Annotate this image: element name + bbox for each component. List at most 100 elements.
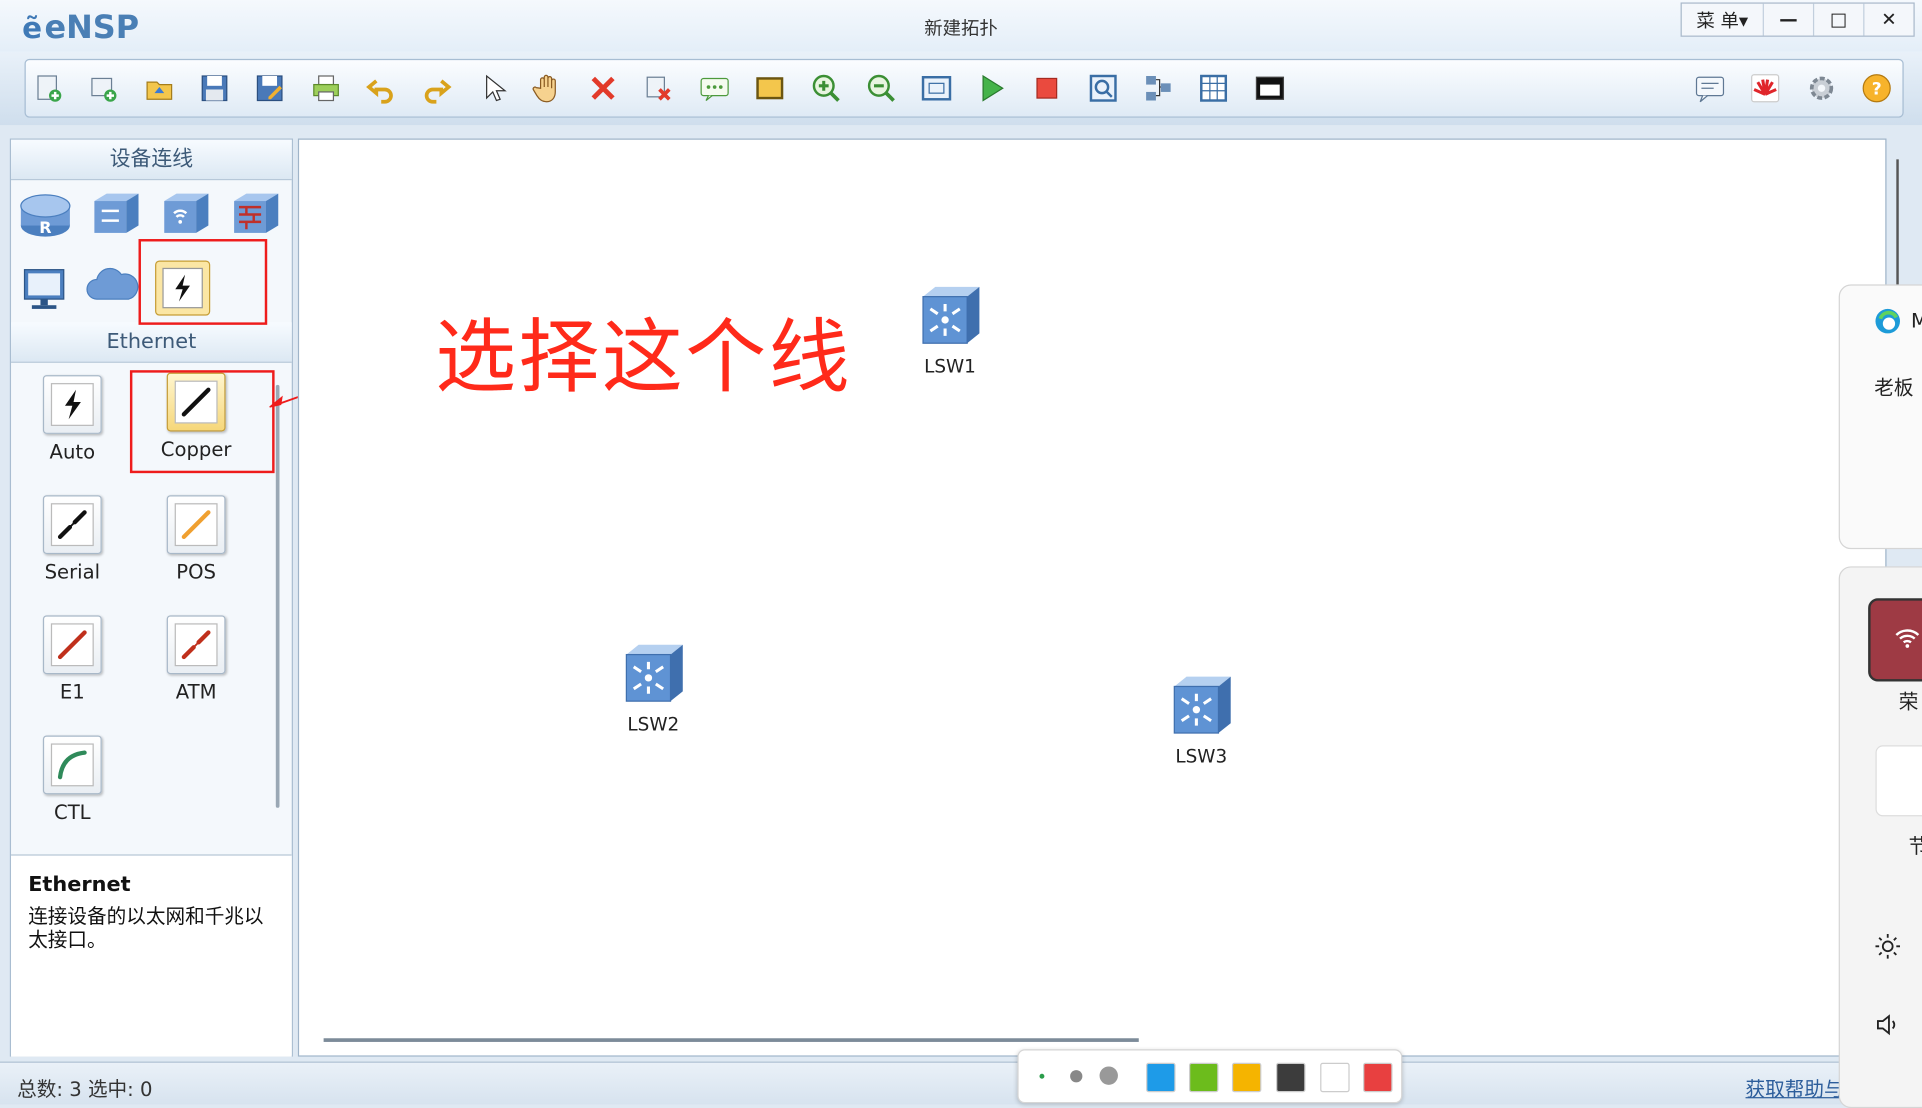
auto-cable-icon[interactable] [42,375,102,434]
menu-button[interactable]: 菜 单▾ [1682,4,1763,36]
edge-browser-icon [1875,308,1900,334]
highlight-box-connection [138,239,268,325]
svg-text:R: R [39,218,51,237]
save-as-icon[interactable] [254,72,286,104]
console-icon[interactable] [1254,72,1286,104]
rectangle-icon[interactable] [754,72,786,104]
color-swatch-white[interactable] [1320,1062,1350,1093]
switch-icon [922,286,980,344]
quick-setting-label: 节 [1909,830,1922,859]
redo-icon[interactable] [420,72,452,104]
cable-auto[interactable]: Auto [29,375,115,463]
delete-links-icon[interactable] [642,72,674,104]
title-bar: ẽeNSP 新建拓扑 菜 单▾ — □ ✕ [0,0,1922,52]
volume-icon[interactable] [1874,1011,1901,1038]
pen-size-medium[interactable] [1070,1070,1083,1083]
delete-icon[interactable] [587,72,619,104]
topology-canvas[interactable] [297,138,1887,1057]
wifi-icon [1895,629,1920,648]
minimize-button[interactable]: — [1762,3,1813,36]
cable-list-scrollbar[interactable] [275,384,280,808]
switch-category-icon[interactable] [87,189,143,240]
maximize-button[interactable]: □ [1812,3,1863,36]
device-lsw2[interactable]: LSW2 [617,640,691,735]
pen-size-small[interactable] [1039,1073,1045,1079]
description-text: 连接设备的以太网和千兆以太接口。 [28,904,264,952]
brightness-icon[interactable] [1874,933,1901,960]
status-counts: 总数: 3 选中: 0 [17,1077,153,1101]
toolbar-row: ? [24,58,1904,118]
pc-icon[interactable] [17,262,73,313]
svg-text:?: ? [1872,79,1882,99]
print-icon[interactable] [310,72,342,104]
wifi-label: 荣 [1898,690,1919,714]
close-button[interactable]: ✕ [1863,3,1913,36]
cable-ctl[interactable]: CTL [29,735,115,824]
description-box: Ethernet 连接设备的以太网和千兆以太接口。 [11,854,292,1057]
e1-cable-icon[interactable] [42,615,102,675]
router-icon[interactable]: R [17,189,73,240]
cable-label: ATM [175,680,217,704]
settings-gear-icon[interactable] [1806,72,1838,104]
color-swatch-blue[interactable] [1146,1062,1176,1093]
stop-icon[interactable] [1031,72,1063,104]
quick-setting-tile[interactable] [1875,745,1922,817]
text-annotation-icon[interactable] [699,72,731,104]
color-swatch-red[interactable] [1363,1062,1393,1093]
pen-palette [1017,1049,1403,1104]
switch-icon [1173,676,1231,734]
chat-icon[interactable] [1694,72,1726,104]
devices-section-title: 设备连线 [11,139,292,181]
capture-icon[interactable] [1087,72,1119,104]
fit-view-icon[interactable] [921,72,953,104]
save-icon[interactable] [199,72,231,104]
wifi-toggle[interactable] [1868,598,1922,682]
cloud-icon[interactable] [85,262,141,313]
canvas-vertical-scrollbar[interactable] [1896,159,1899,295]
select-pointer-icon[interactable] [477,72,509,104]
cable-serial[interactable]: Serial [29,495,115,583]
canvas-horizontal-scrollbar[interactable] [323,1038,1139,1042]
window-controls: 菜 单▾ — □ ✕ [1680,2,1915,37]
window-title: 新建拓扑 [924,17,998,40]
help-icon[interactable]: ? [1861,72,1893,104]
serial-cable-icon[interactable] [42,495,102,555]
device-lsw3[interactable]: LSW3 [1165,672,1239,767]
topology-icon[interactable] [1142,72,1174,104]
huawei-icon[interactable] [1749,72,1781,104]
cable-label: Serial [44,560,101,584]
switch-icon [625,644,683,702]
color-swatch-green[interactable] [1189,1062,1219,1093]
cable-label: POS [176,560,216,584]
browser-label: M [1911,309,1922,332]
open-icon[interactable] [143,72,175,104]
cable-atm[interactable]: ATM [153,615,239,704]
notification-panel: M 老板 [1838,284,1922,550]
annotation-text: 选择这个线 [435,310,852,405]
wireless-icon[interactable] [157,189,213,240]
new-device-icon[interactable] [88,72,120,104]
color-swatch-yellow[interactable] [1231,1062,1262,1093]
start-icon[interactable] [976,72,1008,104]
ctl-cable-icon[interactable] [42,735,102,795]
grid-icon[interactable] [1198,72,1230,104]
zoom-out-icon[interactable] [865,72,897,104]
cable-pos[interactable]: POS [153,495,239,583]
toolbar: ? [0,51,1922,126]
undo-icon[interactable] [365,72,397,104]
help-link[interactable]: 获取帮助与 [1746,1073,1844,1102]
pan-hand-icon[interactable] [532,72,564,104]
cable-e1[interactable]: E1 [29,615,115,704]
status-bar: 总数: 3 选中: 0 获取帮助与 [0,1061,1922,1105]
zoom-in-icon[interactable] [810,72,842,104]
pen-size-large[interactable] [1099,1066,1118,1085]
color-swatch-dark[interactable] [1276,1062,1306,1093]
pos-cable-icon[interactable] [166,495,226,555]
atm-cable-icon[interactable] [166,615,226,675]
cable-label: CTL [54,800,91,824]
firewall-icon[interactable] [227,189,283,240]
device-lsw1[interactable]: LSW1 [913,282,987,378]
cable-label: Auto [49,440,96,464]
new-topology-icon[interactable] [33,72,65,104]
cable-label: E1 [59,680,85,704]
